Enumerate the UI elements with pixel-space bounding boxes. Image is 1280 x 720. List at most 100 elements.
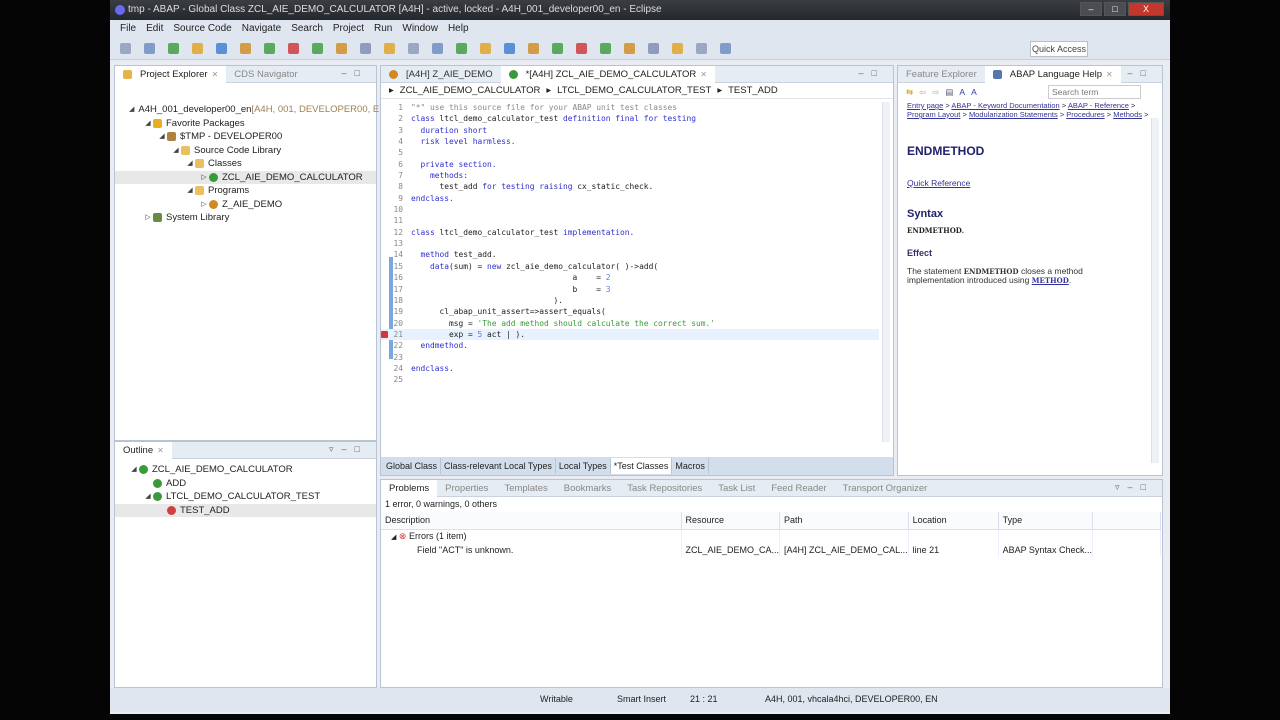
tree-item[interactable]: ◢ LTCL_DEMO_CALCULATOR_TEST bbox=[115, 490, 376, 504]
tab-z-aie-demo[interactable]: [A4H] Z_AIE_DEMO bbox=[381, 66, 501, 83]
help-breadcrumb-link[interactable]: Modularization Statements bbox=[969, 110, 1058, 119]
tab-project-explorer[interactable]: Project Explorer ✕ bbox=[115, 65, 227, 83]
forward-icon[interactable]: ⇨ bbox=[932, 87, 939, 98]
tab-global-class[interactable]: Global Class bbox=[383, 458, 442, 474]
minimize-button[interactable]: – bbox=[1080, 2, 1102, 16]
code-area[interactable]: 1 "*" use this source file for your ABAP … bbox=[381, 102, 879, 386]
menu-search[interactable]: Search bbox=[291, 20, 323, 38]
toolbar-button-icon[interactable] bbox=[624, 43, 635, 54]
view-controls[interactable]: –□ bbox=[859, 68, 885, 78]
expand-arrow-icon[interactable]: ◢ bbox=[143, 490, 153, 504]
view-controls[interactable]: ▿–□ bbox=[1115, 482, 1154, 493]
toolbar-button-icon[interactable] bbox=[384, 43, 395, 54]
quick-reference-link[interactable]: Quick Reference bbox=[907, 178, 970, 188]
tab-cds-navigator[interactable]: CDS Navigator bbox=[226, 66, 305, 83]
toolbar-button-icon[interactable] bbox=[600, 43, 611, 54]
toolbar-button-icon[interactable] bbox=[696, 43, 707, 54]
tree-item[interactable]: ADD bbox=[115, 477, 376, 491]
tree-item[interactable]: ◢ A4H_001_developer00_en [A4H, 001, DEVEL… bbox=[115, 103, 389, 117]
column-header-description[interactable]: Description bbox=[381, 512, 682, 530]
close-icon[interactable]: ✕ bbox=[212, 66, 219, 83]
menu-navigate[interactable]: Navigate bbox=[242, 20, 281, 38]
toolbar-button-icon[interactable] bbox=[408, 43, 419, 54]
vertical-scrollbar[interactable] bbox=[882, 102, 890, 442]
expand-arrow-icon[interactable]: ◢ bbox=[143, 117, 153, 131]
table-row[interactable]: Field "ACT" is unknown. ZCL_AIE_DEMO_CA..… bbox=[381, 543, 1162, 557]
tree-item[interactable]: ◢ Source Code Library bbox=[115, 144, 376, 158]
help-breadcrumb-link[interactable]: ABAP - Keyword Documentation bbox=[951, 101, 1059, 110]
column-header-location[interactable]: Location bbox=[908, 512, 999, 530]
view-controls[interactable]: –□ bbox=[342, 68, 368, 78]
toolbar-button-icon[interactable] bbox=[144, 43, 155, 54]
tree-item[interactable]: ▷ Z_AIE_DEMO bbox=[115, 198, 376, 212]
print-icon[interactable]: ▤ bbox=[945, 87, 953, 98]
menu-help[interactable]: Help bbox=[448, 20, 469, 38]
toolbar-button-icon[interactable] bbox=[264, 43, 275, 54]
expand-arrow-icon[interactable]: ◢ bbox=[171, 144, 181, 158]
tab-transport-organizer[interactable]: Transport Organizer bbox=[835, 480, 936, 497]
font-increase-icon[interactable]: A bbox=[959, 87, 965, 97]
tab--test-classes[interactable]: *Test Classes bbox=[610, 458, 673, 474]
tab-properties[interactable]: Properties bbox=[437, 480, 496, 497]
expand-arrow-icon[interactable]: ◢ bbox=[185, 157, 195, 171]
toolbar-button-icon[interactable] bbox=[168, 43, 179, 54]
tab-task-list[interactable]: Task List bbox=[710, 480, 763, 497]
help-breadcrumb-link[interactable]: Procedures bbox=[1066, 110, 1104, 119]
toolbar-button-icon[interactable] bbox=[360, 43, 371, 54]
tab-zcl-aie-demo-calculator[interactable]: *[A4H] ZCL_AIE_DEMO_CALCULATOR ✕ bbox=[500, 65, 715, 83]
menu-edit[interactable]: Edit bbox=[146, 20, 163, 38]
toolbar-button-icon[interactable] bbox=[216, 43, 227, 54]
toolbar-button-icon[interactable] bbox=[288, 43, 299, 54]
tree-item[interactable]: ▷ System Library bbox=[115, 211, 376, 225]
tab-outline[interactable]: Outline ✕ bbox=[115, 441, 172, 459]
tab-class-relevant-local-types[interactable]: Class-relevant Local Types bbox=[441, 458, 556, 474]
expand-arrow-icon[interactable]: ◢ bbox=[157, 130, 167, 144]
close-icon[interactable]: ✕ bbox=[157, 442, 164, 459]
view-controls[interactable]: –□ bbox=[1128, 68, 1154, 78]
expand-arrow-icon[interactable]: ▷ bbox=[199, 171, 209, 185]
sync-icon[interactable]: ⇆ bbox=[906, 87, 913, 98]
maximize-button[interactable]: □ bbox=[1104, 2, 1126, 16]
toolbar-button-icon[interactable] bbox=[720, 43, 731, 54]
toolbar-button-icon[interactable] bbox=[480, 43, 491, 54]
menu-source-code[interactable]: Source Code bbox=[173, 20, 231, 38]
help-breadcrumb-link[interactable]: Program Layout bbox=[907, 110, 960, 119]
toolbar-button-icon[interactable] bbox=[192, 43, 203, 54]
toolbar-button-icon[interactable] bbox=[456, 43, 467, 54]
expand-arrow-icon[interactable]: ▷ bbox=[143, 211, 153, 225]
close-icon[interactable]: ✕ bbox=[700, 66, 707, 83]
tree-item[interactable]: ◢ Favorite Packages bbox=[115, 117, 376, 131]
font-decrease-icon[interactable]: A bbox=[971, 87, 977, 97]
menu-file[interactable]: File bbox=[120, 20, 136, 38]
tree-item[interactable]: ◢ ZCL_AIE_DEMO_CALCULATOR bbox=[115, 463, 376, 477]
column-header-path[interactable]: Path bbox=[779, 512, 909, 530]
tab-macros[interactable]: Macros bbox=[672, 458, 709, 474]
toolbar-button-icon[interactable] bbox=[648, 43, 659, 54]
breadcrumb-class[interactable]: ZCL_AIE_DEMO_CALCULATOR bbox=[400, 83, 541, 99]
tab-templates[interactable]: Templates bbox=[496, 480, 555, 497]
help-scrollbar[interactable] bbox=[1151, 118, 1159, 463]
tab-task-repositories[interactable]: Task Repositories bbox=[619, 480, 710, 497]
method-link[interactable]: METHOD bbox=[1032, 276, 1069, 285]
tree-item[interactable]: ▷ ZCL_AIE_DEMO_CALCULATOR bbox=[115, 170, 376, 185]
toolbar-button-icon[interactable] bbox=[672, 43, 683, 54]
back-icon[interactable]: ⇦ bbox=[919, 87, 926, 98]
tab-bookmarks[interactable]: Bookmarks bbox=[556, 480, 620, 497]
tab-problems[interactable]: Problems bbox=[381, 479, 438, 497]
close-icon[interactable]: ✕ bbox=[1106, 66, 1113, 83]
toolbar-button-icon[interactable] bbox=[432, 43, 443, 54]
breadcrumb-method[interactable]: TEST_ADD bbox=[728, 83, 778, 99]
toolbar-button-icon[interactable] bbox=[528, 43, 539, 54]
breadcrumb-test-class[interactable]: LTCL_DEMO_CALCULATOR_TEST bbox=[557, 83, 711, 99]
menu-project[interactable]: Project bbox=[333, 20, 364, 38]
close-button[interactable]: X bbox=[1128, 2, 1164, 16]
tree-item[interactable]: ◢ Programs bbox=[115, 184, 376, 198]
toolbar-button-icon[interactable] bbox=[504, 43, 515, 54]
toolbar-button-icon[interactable] bbox=[120, 43, 131, 54]
expand-arrow-icon[interactable]: ◢ bbox=[185, 184, 195, 198]
toolbar-button-icon[interactable] bbox=[576, 43, 587, 54]
column-header-type[interactable]: Type bbox=[998, 512, 1093, 530]
help-breadcrumb-link[interactable]: ABAP - Reference bbox=[1068, 101, 1129, 110]
tab-feed-reader[interactable]: Feed Reader bbox=[763, 480, 834, 497]
expand-arrow-icon[interactable]: ◢ bbox=[129, 103, 134, 117]
